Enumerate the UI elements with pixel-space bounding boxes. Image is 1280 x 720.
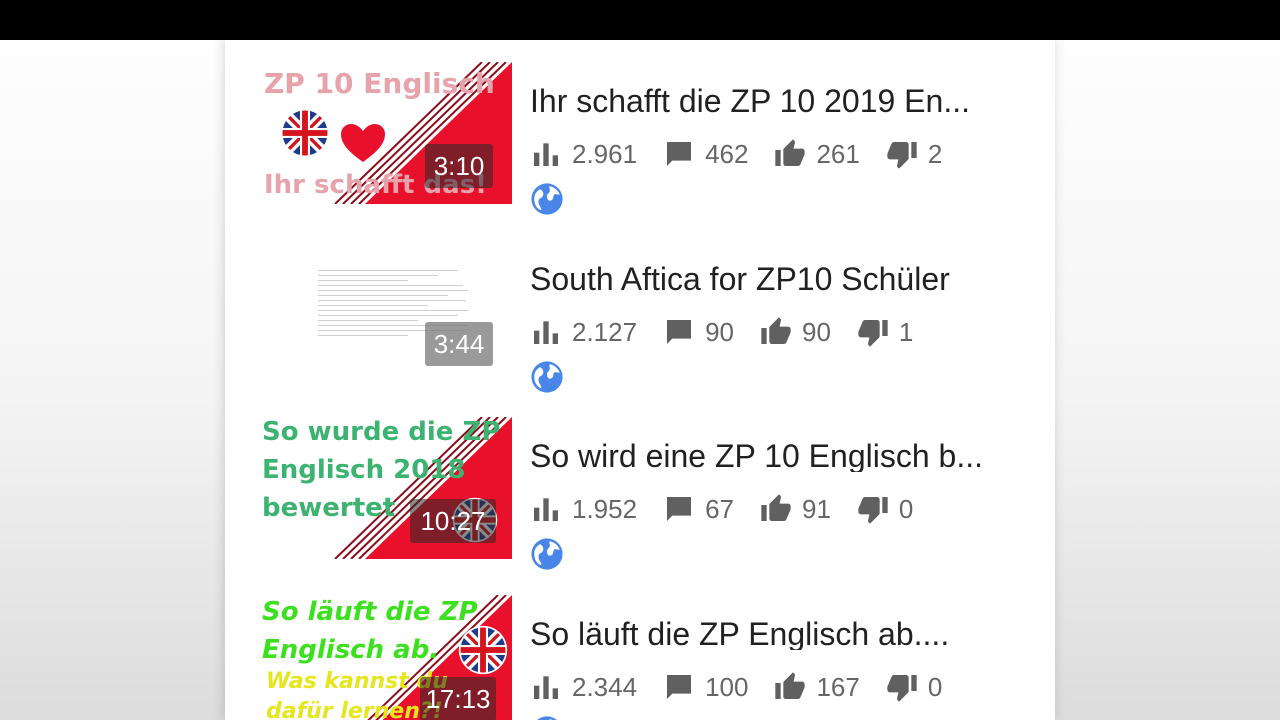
dislikes-count: 0 [898,493,914,524]
globe-icon [530,182,564,216]
video-row-2[interactable]: 3:44 South Aftica for ZP10 Schüler 2.127… [260,240,1040,390]
uk-flag-icon [458,625,508,675]
duration-badge: 3:44 [425,322,493,366]
globe-icon [530,537,564,571]
comment-icon [663,671,695,703]
views-count: 2.961 [572,138,638,169]
video-title[interactable]: So läuft die ZP Englisch ab.... [530,618,1030,650]
duration-badge: 17:13 [420,677,496,720]
thumbnail-caption-top: ZP 10 Englisch [264,67,495,100]
thumb-up-icon [774,138,806,170]
top-black-bar [0,0,1280,40]
video-thumbnail[interactable]: 3:44 [260,240,512,382]
comment-icon [663,138,695,170]
views-count: 2.127 [572,316,638,347]
bar-chart-icon [530,493,562,525]
thumbnail-caption-line2: Englisch 2018 [262,455,466,485]
likes-count: 90 [802,316,831,347]
video-stats: 2.344 100 167 0 [530,669,968,705]
video-row-1[interactable]: ZP 10 Englisch Ihr schafft das! 3:10 Ihr… [260,62,1040,212]
video-row-3[interactable]: So wurde die ZP 10 Englisch 2018 bewerte… [260,417,1040,567]
bar-chart-icon [530,316,562,348]
video-stats: 1.952 67 91 0 [530,491,939,527]
globe-icon [530,360,564,394]
thumb-up-icon [774,671,806,703]
views-count: 1.952 [572,493,638,524]
thumb-down-icon [886,138,918,170]
views-count: 2.344 [572,671,638,702]
comments-count: 67 [705,493,734,524]
duration-badge: 3:10 [425,144,493,188]
comments-count: 462 [705,138,749,169]
bar-chart-icon [530,138,562,170]
uk-flag-icon [280,108,330,158]
likes-count: 167 [816,671,860,702]
video-stats: 2.961 462 261 2 [530,136,968,172]
duration-badge: 10:27 [410,499,496,543]
thumb-up-icon [760,493,792,525]
dislikes-count: 0 [927,671,943,702]
comments-count: 90 [705,316,734,347]
video-row-4[interactable]: So läuft die ZP Englisch ab. Was kannst … [260,595,1040,720]
thumbnail-caption-line2: Englisch ab. [262,635,440,665]
thumbnail-caption-line1: So läuft die ZP [262,597,478,627]
video-thumbnail[interactable]: So läuft die ZP Englisch ab. Was kannst … [260,595,512,720]
comment-icon [663,316,695,348]
thumb-down-icon [886,671,918,703]
video-list-panel: ZP 10 Englisch Ihr schafft das! 3:10 Ihr… [225,40,1055,720]
video-title[interactable]: Ihr schafft die ZP 10 2019 En... [530,85,1030,117]
thumb-down-icon [857,493,889,525]
comment-icon [663,493,695,525]
globe-icon [530,715,564,720]
thumbnail-caption-line4: dafür lernen?! [266,699,443,720]
video-thumbnail[interactable]: So wurde die ZP 10 Englisch 2018 bewerte… [260,417,512,559]
likes-count: 261 [816,138,860,169]
thumb-down-icon [857,316,889,348]
likes-count: 91 [802,493,831,524]
thumbnail-caption-line3: bewertet [262,493,396,523]
comments-count: 100 [705,671,749,702]
thumbnail-caption-line1: So wurde die ZP 10 [262,417,512,447]
video-stats: 2.127 90 90 1 [530,314,939,350]
bar-chart-icon [530,671,562,703]
video-title[interactable]: South Aftica for ZP10 Schüler [530,263,1030,295]
dislikes-count: 1 [898,316,914,347]
thumb-up-icon [760,316,792,348]
video-thumbnail[interactable]: ZP 10 Englisch Ihr schafft das! 3:10 [260,62,512,204]
video-title[interactable]: So wird eine ZP 10 Englisch b... [530,440,1030,472]
dislikes-count: 2 [927,138,943,169]
